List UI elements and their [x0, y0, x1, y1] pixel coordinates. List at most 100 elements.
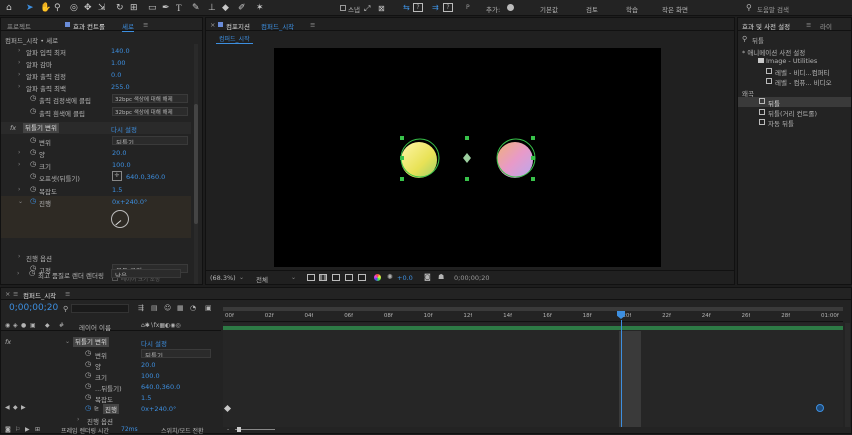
layer-duration-bar[interactable] — [223, 326, 843, 330]
comp-flowchart-icon[interactable]: ⇶ — [138, 304, 144, 312]
time-ruler[interactable]: 00f 02f 04f 06f 08f 10f 12f 14f 16f 18f 20f 22f 24f 2… — [223, 304, 843, 322]
anchor-tool-icon[interactable]: ⊞ — [130, 3, 138, 14]
workspace-review[interactable]: 검토 — [586, 4, 598, 14]
effects-search-input[interactable]: 뒤틀 — [752, 35, 764, 45]
layer-search-input[interactable] — [71, 304, 129, 313]
snap-options-icon[interactable]: ⤢ — [364, 3, 370, 14]
motion-blur-icon[interactable]: ◔ — [190, 304, 196, 312]
solo-icon[interactable]: ● — [21, 322, 26, 329]
audio-icon[interactable]: ◈ — [13, 322, 18, 329]
stopwatch-icon[interactable]: ◷ — [85, 360, 91, 368]
search-icon[interactable]: ⚲ — [746, 3, 752, 12]
bbox-handle[interactable] — [531, 156, 535, 160]
tab-comp-name[interactable]: 컴퍼드_시작 — [261, 21, 294, 31]
lock-icon[interactable]: ▣ — [30, 322, 36, 329]
reset-link[interactable]: 다시 설정 — [141, 338, 167, 348]
bbox-handle[interactable] — [400, 177, 404, 181]
work-area-bar[interactable] — [223, 307, 843, 311]
exposure-icon[interactable]: ✺ — [387, 273, 393, 281]
prop-value[interactable]: 640.0,360.0 — [141, 383, 180, 391]
frame-blend-icon[interactable]: ▦ — [177, 304, 184, 312]
zoom-out-icon[interactable]: - — [227, 426, 229, 433]
tab-library[interactable]: 라이 — [820, 21, 832, 31]
draft-3d-icon[interactable]: ▤ — [151, 304, 158, 312]
snapshot-icon[interactable]: ◙ — [424, 273, 431, 281]
prop-value[interactable]: 1.00 — [111, 59, 125, 67]
clip-black-dropdown[interactable]: 32bpc 색상에 대해 해제 — [112, 94, 188, 103]
expand-arrow-icon[interactable]: › — [18, 47, 20, 54]
tree-item[interactable]: 뒤틀 — [768, 98, 780, 108]
tab-project[interactable]: 프로젝트 — [7, 21, 31, 31]
hand-tool-icon[interactable]: ✋ — [40, 3, 51, 14]
prop-value[interactable]: 20.0 — [112, 149, 126, 157]
clone-tool-icon[interactable]: ⊥ — [208, 3, 216, 14]
close-icon[interactable]: × — [5, 290, 10, 298]
label-icon[interactable]: ◆ — [45, 322, 50, 329]
brush-tool-icon[interactable]: ✎ — [192, 3, 200, 14]
tree-item[interactable]: 레벨 - 비디...컴퍼티 — [775, 67, 830, 77]
stopwatch-active-icon[interactable]: ◷ — [85, 404, 91, 412]
stopwatch-active-icon[interactable]: ◷ — [30, 197, 36, 205]
stopwatch-icon[interactable]: ◷ — [85, 393, 91, 401]
displacement-dropdown[interactable]: 뒤틀기 — [112, 136, 188, 145]
tab-effect-controls[interactable]: 효과 컨트롤 — [73, 21, 105, 31]
region-icon[interactable] — [307, 274, 315, 281]
number-icon[interactable]: # — [59, 322, 64, 329]
pan-tool-icon[interactable]: ⇲ — [98, 3, 106, 14]
expand-arrow-icon[interactable]: › — [18, 186, 20, 193]
stopwatch-icon[interactable]: ◷ — [30, 107, 36, 115]
workspace-small-screen[interactable]: 작은 화면 — [662, 4, 688, 14]
play-icon[interactable]: ▶ — [25, 426, 30, 433]
bbox-handle[interactable] — [465, 136, 469, 140]
resolution-dropdown[interactable]: 전체 — [256, 274, 268, 284]
roto-tool-icon[interactable]: ✐ — [238, 3, 246, 14]
snap-checkbox[interactable] — [340, 5, 346, 11]
prop-value[interactable]: 100.0 — [141, 372, 160, 380]
exposure-value[interactable]: +0.0 — [397, 274, 413, 282]
zoom-dropdown[interactable]: (68.3%) — [210, 274, 236, 282]
add-label[interactable]: 추가: — [486, 4, 500, 14]
panel-menu-icon[interactable]: ≡ — [65, 290, 70, 298]
tab-effects-presets[interactable]: 효과 및 사전 설정 — [742, 21, 790, 31]
show-snapshot-icon[interactable]: ☗ — [438, 273, 444, 281]
stopwatch-icon[interactable]: ◷ — [29, 269, 35, 277]
prop-value[interactable]: 100.0 — [112, 161, 131, 169]
stopwatch-icon[interactable]: ◷ — [30, 94, 36, 102]
stopwatch-icon[interactable]: ◷ — [85, 371, 91, 379]
tree-item[interactable]: 자동 뒤틀 — [768, 118, 794, 128]
timeline-timecode[interactable]: 0;00;00;20 — [9, 303, 58, 313]
options-icon[interactable]: ⊞ — [35, 426, 40, 433]
switches-header[interactable]: ⌂✱∖fx▦◐◉◎ — [141, 322, 181, 329]
comp-canvas[interactable] — [274, 48, 661, 267]
bbox-handle[interactable] — [531, 177, 535, 181]
tab-effect-target[interactable]: 세로 — [122, 21, 134, 32]
effect-name[interactable]: 뒤틀기 변위 — [23, 123, 59, 133]
workspace-default[interactable]: 기본값 — [540, 4, 558, 14]
shape-tool-icon[interactable]: ▭ — [148, 3, 157, 14]
panel-menu-icon[interactable]: ≡ — [13, 290, 18, 298]
comp-subtab[interactable]: 컴퍼드_시작 — [216, 34, 253, 44]
stopwatch-icon[interactable]: ◷ — [85, 349, 91, 357]
prop-value[interactable]: 640.0,360.0 — [126, 173, 165, 181]
channel-icon[interactable] — [358, 274, 366, 281]
snap-extra-icon[interactable]: ⊠ — [378, 3, 385, 14]
timeline-vscroll[interactable] — [845, 323, 850, 427]
eye-icon[interactable]: ◉ — [5, 322, 10, 329]
bbox-handle[interactable] — [400, 156, 404, 160]
workspace-learn[interactable]: 학습 — [626, 4, 638, 14]
puppet-tool-icon[interactable]: ✶ — [256, 3, 264, 14]
clip-white-dropdown[interactable]: 32bpc 색상에 대해 해제 — [112, 107, 188, 116]
resolution-chevron-icon[interactable]: ⌄ — [291, 274, 296, 281]
prop-value[interactable]: 0.0 — [111, 71, 121, 79]
panel-menu-icon[interactable]: ≡ — [143, 21, 148, 29]
eraser-tool-icon[interactable]: ◆ — [222, 3, 229, 14]
type-tool-icon[interactable]: T — [176, 3, 182, 14]
prop-value[interactable]: 1.5 — [141, 394, 151, 402]
keyframe-start[interactable] — [223, 404, 232, 413]
prop-value[interactable]: 0x+240.0° — [141, 405, 176, 413]
keyframe-end[interactable] — [816, 404, 824, 412]
tree-item[interactable]: Image - Utilities — [766, 57, 817, 65]
stopwatch-icon[interactable]: ◷ — [30, 148, 36, 156]
shy-icon[interactable]: ☺ — [164, 304, 171, 312]
comp-timecode[interactable]: 0;00;00;20 — [454, 274, 490, 282]
